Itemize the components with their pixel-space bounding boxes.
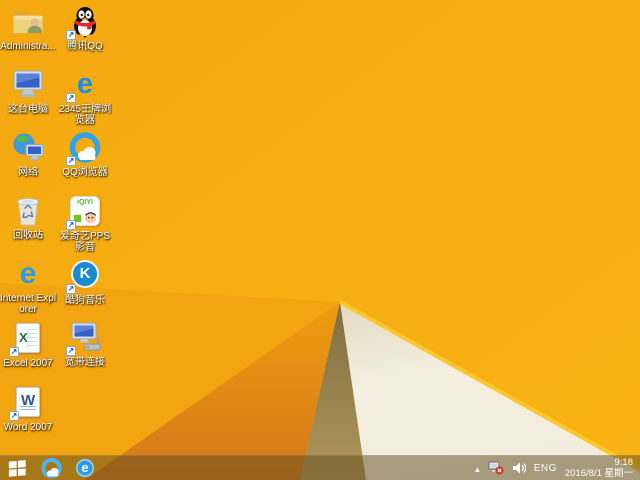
- icon-label: Word 2007: [3, 422, 53, 433]
- icon-label: 酷狗音乐: [65, 295, 105, 306]
- desktop-icon-kugou-music[interactable]: K 酷狗音乐: [56, 258, 114, 306]
- tray-time: 9:18: [614, 457, 634, 468]
- browser-e-icon: e: [66, 69, 103, 103]
- network-disconnected-icon[interactable]: [488, 461, 504, 475]
- tray-date: 2016/8/1 星期一: [564, 468, 633, 479]
- icon-label: QQ浏览器: [62, 167, 108, 178]
- language-indicator[interactable]: ENG: [534, 463, 557, 474]
- desktop-icon-excel-2007[interactable]: X Excel 2007: [0, 322, 57, 369]
- shortcut-arrow-icon: [66, 284, 76, 294]
- taskbar-qq-browser-button[interactable]: [34, 456, 68, 480]
- volume-icon[interactable]: [512, 462, 526, 474]
- icon-label: 宽带连接: [65, 357, 105, 368]
- word-icon: W: [9, 387, 46, 421]
- internet-explorer-icon: e: [10, 258, 46, 291]
- start-button[interactable]: [0, 456, 34, 480]
- show-hidden-icons-button[interactable]: [475, 459, 480, 477]
- shortcut-arrow-icon: [66, 30, 76, 40]
- desktop-icon-this-pc[interactable]: 这台电脑: [0, 69, 57, 115]
- windows-logo-icon: [8, 459, 26, 477]
- icon-label: Excel 2007: [3, 358, 53, 369]
- shortcut-arrow-icon: [9, 347, 19, 357]
- taskbar: e ENG 9:18 2016/8/1 星期一: [0, 455, 640, 480]
- shortcut-arrow-icon: [66, 93, 76, 103]
- clock[interactable]: 9:18 2016/8/1 星期一: [565, 457, 633, 479]
- broadband-connection-icon: [66, 322, 103, 356]
- shortcut-arrow-icon: [66, 346, 76, 356]
- icon-label: 回收站: [13, 230, 43, 241]
- icon-label: 爱奇艺PPS 影音: [59, 231, 110, 253]
- recycle-bin-icon: [10, 195, 46, 228]
- shortcut-arrow-icon: [9, 411, 19, 421]
- windows-desktop: Administra... 腾讯QQ: [0, 0, 640, 480]
- taskbar-ie-button[interactable]: e: [68, 456, 102, 480]
- desktop-icon-word-2007[interactable]: W Word 2007: [0, 386, 57, 433]
- desktop-icon-administrator-folder[interactable]: Administra...: [0, 6, 57, 52]
- desktop-icon-iqiyi-pps[interactable]: iQIYI 爱奇艺PPS 影音: [56, 195, 114, 253]
- shortcut-arrow-icon: [66, 220, 76, 230]
- icon-label: Internet Explorer: [0, 293, 57, 315]
- icon-label: 网络: [18, 167, 38, 178]
- desktop-icon-recycle-bin[interactable]: 回收站: [0, 195, 57, 241]
- excel-icon: X: [9, 323, 46, 357]
- icon-label: 这台电脑: [8, 104, 48, 115]
- qq-penguin-icon: [66, 6, 103, 40]
- internet-explorer-icon: e: [76, 459, 94, 477]
- qq-browser-icon: [40, 457, 62, 478]
- icon-label: 腾讯QQ: [67, 41, 103, 52]
- icon-label: Administra...: [0, 41, 56, 52]
- desktop-icon-tencent-qq[interactable]: 腾讯QQ: [56, 6, 114, 52]
- computer-icon: [10, 69, 46, 102]
- desktop-icon-qq-browser[interactable]: QQ浏览器: [56, 132, 114, 178]
- shortcut-arrow-icon: [66, 156, 76, 166]
- qq-browser-ring-icon: [66, 132, 103, 166]
- network-globe-icon: [10, 132, 46, 165]
- iqiyi-pps-icon: iQIYI: [66, 196, 103, 230]
- icon-label: 2345王牌浏览器: [58, 104, 112, 126]
- desktop-icon-internet-explorer[interactable]: e Internet Explorer: [0, 258, 57, 315]
- desktop-icon-network[interactable]: 网络: [0, 132, 57, 178]
- desktop-icon-broadband[interactable]: 宽带连接: [56, 322, 114, 368]
- desktop-icon-2345-browser[interactable]: e 2345王牌浏览器: [56, 69, 114, 126]
- kugou-icon: K: [66, 260, 103, 294]
- administrator-folder-icon: [10, 6, 46, 39]
